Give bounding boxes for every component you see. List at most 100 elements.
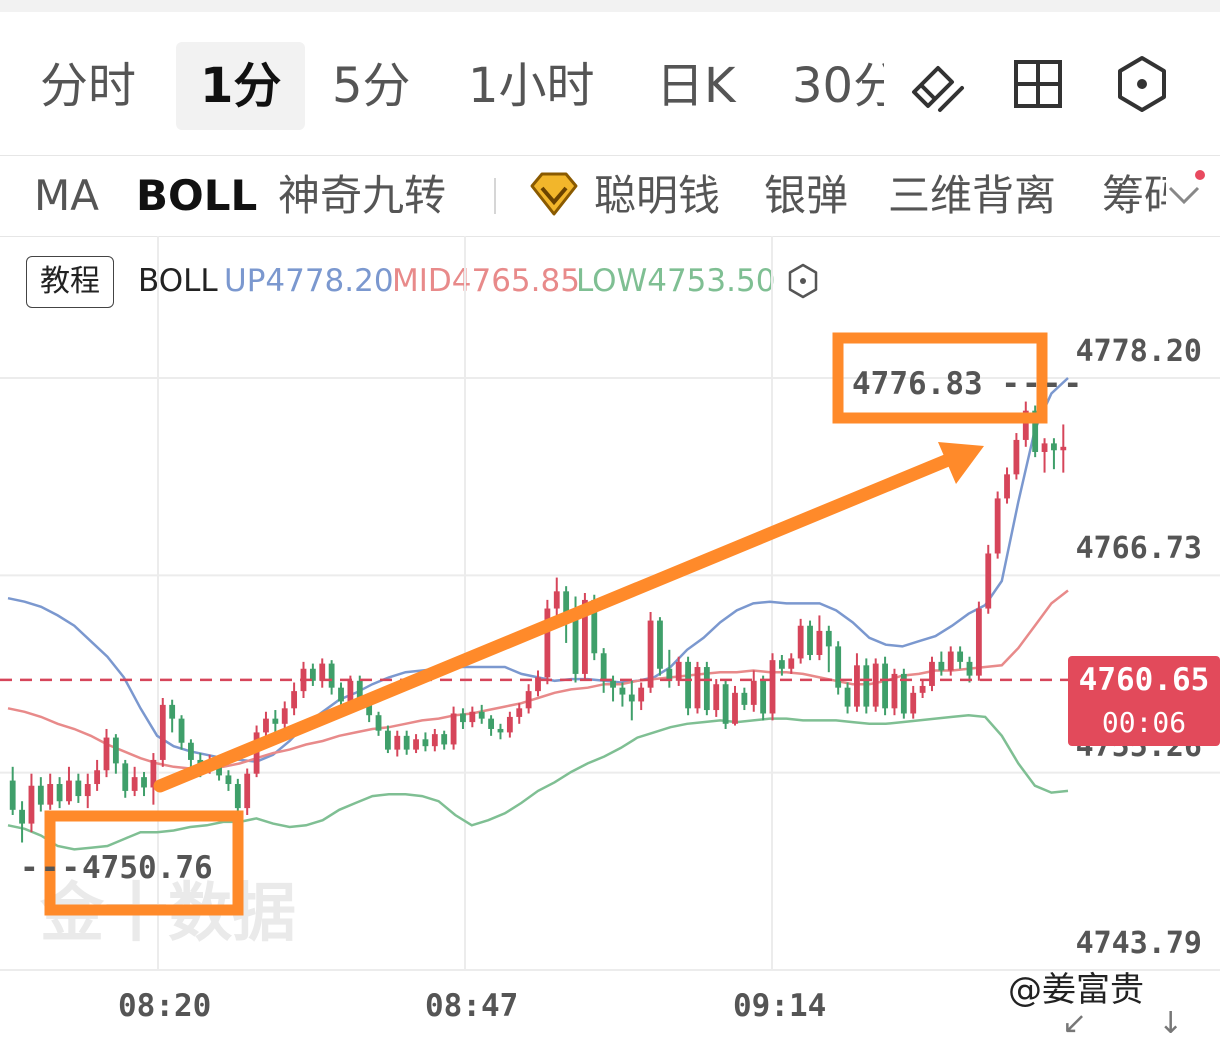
candle-body: [741, 692, 748, 705]
candle-body: [816, 630, 823, 655]
candle-body: [56, 784, 63, 802]
candle-body: [610, 680, 616, 688]
candle-body: [272, 718, 279, 724]
candle-body: [750, 680, 757, 705]
candle-body: [9, 780, 16, 810]
candle-body: [328, 663, 335, 688]
candle-body: [66, 780, 72, 802]
candle-body: [994, 498, 1001, 554]
x-tick-label: 08:47: [425, 988, 519, 1024]
candle-body: [413, 739, 419, 750]
candle-body: [657, 620, 663, 669]
candle-body: [37, 785, 44, 805]
annotations: [44, 332, 1048, 916]
candle-body: [385, 730, 391, 750]
candle-body: [122, 763, 129, 791]
candle-body: [75, 780, 82, 797]
candle-body: [985, 553, 992, 609]
candle-body: [19, 809, 25, 824]
candle-body: [919, 685, 926, 693]
candle-body: [234, 784, 241, 809]
candle-body: [797, 625, 804, 659]
bar-countdown: 00:06: [1101, 706, 1187, 739]
candle-body: [394, 735, 401, 750]
x-tick-label: 08:20: [118, 988, 212, 1024]
candle-body: [872, 663, 879, 707]
candle-body: [338, 687, 344, 702]
candle-body: [966, 661, 973, 676]
candle-body: [112, 737, 119, 764]
candle-body: [825, 630, 832, 647]
candle-body: [469, 711, 476, 723]
candle-body: [478, 711, 485, 719]
candle-body: [788, 658, 795, 669]
current-price-tag: 4760.65 00:06: [1068, 656, 1220, 746]
candle-body: [488, 718, 495, 729]
candle-body: [929, 661, 935, 686]
candle-body: [553, 591, 560, 609]
y-tick-label: 4778.20: [1075, 334, 1202, 369]
candle-body: [694, 667, 701, 709]
candle-body: [572, 613, 579, 674]
candle-body: [141, 777, 147, 788]
current-price: 4760.65: [1078, 662, 1210, 698]
candle-body: [525, 691, 532, 709]
candle-body: [760, 680, 767, 714]
candle-body: [281, 708, 288, 724]
collapse-icon[interactable]: ↙: [1062, 1006, 1087, 1041]
author-credit: @姜富贵: [1008, 970, 1144, 1010]
x-tick-label: 09:14: [733, 988, 827, 1024]
candle-body: [685, 661, 691, 709]
candle-body: [450, 713, 457, 745]
candle-body: [807, 625, 813, 655]
candle-body: [844, 687, 851, 707]
boll-up-line: [7, 377, 1069, 763]
candle-body: [1060, 446, 1067, 451]
candle-body: [647, 620, 654, 688]
candle-body: [506, 716, 513, 733]
candle-body: [347, 680, 354, 702]
candle-body: [938, 661, 945, 671]
candle-body: [28, 785, 35, 824]
candle-body: [854, 665, 860, 707]
candle-body: [957, 651, 964, 662]
candle-body: [47, 784, 54, 805]
candle-body: [422, 739, 429, 747]
candle-body: [103, 737, 110, 771]
candle-body: [497, 728, 504, 733]
low-marker: ---4750.76: [20, 850, 213, 886]
candle-body: [263, 718, 269, 733]
candle-body: [835, 646, 842, 688]
candle-body: [188, 742, 194, 760]
candle-body: [94, 770, 101, 785]
candle-body: [732, 692, 738, 724]
candle-body: [84, 784, 91, 797]
candle-body: [169, 704, 176, 719]
scroll-down-icon[interactable]: ↓: [1158, 1006, 1183, 1041]
candle-body: [882, 663, 888, 709]
candle-body: [375, 715, 382, 731]
candle-body: [441, 734, 448, 745]
candle-body: [1004, 474, 1010, 499]
candle-body: [675, 661, 682, 681]
candle-body: [244, 773, 251, 809]
candle-body: [131, 777, 138, 791]
candle-body: [891, 673, 898, 709]
candle-body: [460, 713, 466, 723]
candle-body: [722, 684, 729, 724]
candle-body: [628, 694, 635, 702]
candle-body: [1051, 443, 1057, 451]
candle-body: [159, 704, 166, 760]
candle-body: [225, 775, 232, 785]
candle-body: [431, 734, 438, 747]
candle-body: [638, 687, 645, 702]
high-marker: 4776.83 ----: [852, 366, 1084, 402]
candle-body: [319, 663, 326, 681]
candle-body: [516, 708, 523, 717]
candle-body: [600, 653, 607, 681]
candle-body: [863, 665, 870, 707]
candle-body: [703, 667, 710, 711]
y-tick-label: 4743.79: [1075, 926, 1202, 961]
candle-body: [778, 660, 785, 669]
candle-body: [1013, 439, 1020, 475]
